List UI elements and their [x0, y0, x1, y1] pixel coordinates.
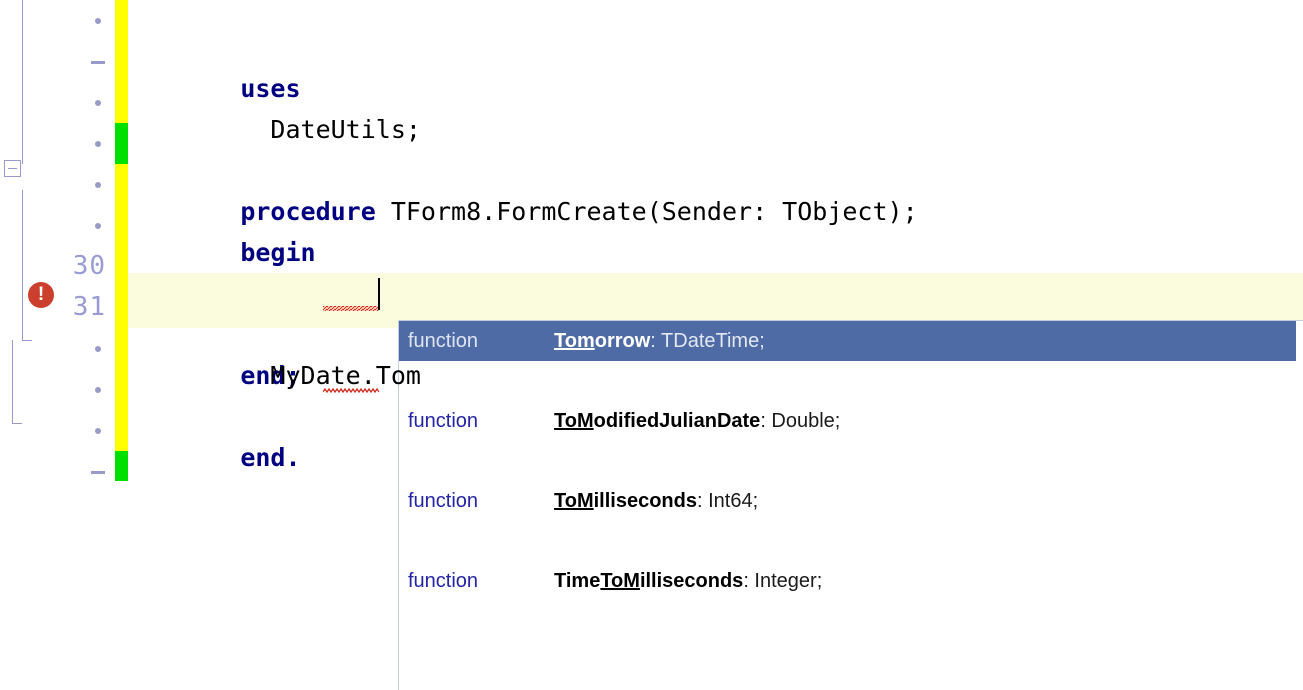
- autocomplete-item-name-pre: Time: [554, 569, 601, 592]
- autocomplete-item-name-post: odifiedJulianDate: [593, 409, 761, 432]
- autocomplete-item-signature: TimeToMilliseconds: Integer;: [554, 570, 822, 593]
- autocomplete-item-type: : Int64;: [696, 489, 759, 512]
- change-bar-saved: [115, 123, 128, 164]
- autocomplete-item[interactable]: function Tomorrow: TDateTime;: [399, 321, 1296, 361]
- gutter-dash-icon: [91, 471, 105, 474]
- code-line[interactable]: DateUtils;: [128, 68, 1303, 144]
- autocomplete-item-signature: ToMilliseconds: Int64;: [554, 490, 758, 513]
- error-marker-icon[interactable]: !: [28, 282, 54, 308]
- gutter-dot-icon: [95, 18, 101, 24]
- block-guide-begin-end: [22, 190, 23, 340]
- autocomplete-item-kind: function: [408, 569, 479, 592]
- autocomplete-item-type: : Double;: [760, 409, 841, 432]
- gutter-mark-row: [0, 410, 114, 451]
- line-number-30: 30: [72, 251, 106, 281]
- gutter-mark-row: [0, 205, 114, 246]
- code-line[interactable]: [128, 109, 1303, 150]
- gutter-dot-icon: [95, 141, 101, 147]
- autocomplete-item-name-match: Tom: [554, 329, 595, 352]
- gutter-dot-icon: [95, 346, 101, 352]
- autocomplete-item-name-post: illiseconds: [639, 569, 744, 592]
- squiggle-path: [323, 388, 379, 393]
- gutter-mark-row: [0, 369, 114, 410]
- gutter-dot-icon: [95, 387, 101, 393]
- error-squiggle-underline: [323, 306, 379, 393]
- gutter-dash-icon: [91, 61, 105, 64]
- autocomplete-item-kind: function: [408, 329, 479, 352]
- code-line[interactable]: procedure TForm8.FormCreate(Sender: TObj…: [128, 150, 1303, 226]
- gutter-dot-icon: [95, 182, 101, 188]
- block-guide-begin-end-foot: [22, 340, 32, 341]
- gutter-mark-row: [0, 82, 114, 123]
- autocomplete-item-type: : Integer;: [743, 569, 823, 592]
- autocomplete-item-signature: Tomorrow: TDateTime;: [554, 330, 765, 353]
- code-line[interactable]: begin: [128, 191, 1303, 267]
- autocomplete-item[interactable]: function ToModifiedJulianDate: Double;: [399, 401, 1303, 441]
- autocomplete-item-name-match: ToM: [554, 409, 594, 432]
- autocomplete-item-name-match: ToM: [600, 569, 640, 592]
- code-line[interactable]: var MyDate: TDateTime := TDateTime.NowUT…: [128, 232, 1303, 308]
- gutter-mark-row: [0, 0, 114, 41]
- gutter-dot-icon: [95, 223, 101, 229]
- autocomplete-item-type: : TDateTime;: [650, 329, 765, 352]
- autocomplete-item[interactable]: function TimeToMilliseconds: Integer;: [399, 561, 1303, 601]
- autocomplete-item[interactable]: function ToMilliseconds: Int64;: [399, 481, 1303, 521]
- gutter-mark-row: [0, 451, 114, 492]
- change-bar-modified: [115, 0, 128, 123]
- text-caret: [378, 278, 380, 310]
- gutter-dot-icon: [95, 428, 101, 434]
- current-line-background: [128, 273, 1303, 314]
- autocomplete-item-kind: function: [408, 489, 479, 512]
- gutter-mark-row: [0, 328, 114, 369]
- gutter-mark-row: [0, 123, 114, 164]
- block-guide-uses: [22, 0, 23, 164]
- change-bar-saved: [115, 451, 128, 481]
- change-bar-modified: [115, 164, 128, 451]
- gutter-dot-icon: [95, 100, 101, 106]
- block-guide-unit-foot: [12, 423, 22, 424]
- gutter-mark-row: [0, 41, 114, 82]
- autocomplete-item-signature: ToModifiedJulianDate: Double;: [554, 410, 840, 433]
- autocomplete-popup[interactable]: function Tomorrow: TDateTime; function T…: [398, 320, 1303, 690]
- autocomplete-item-name-post: orrow: [594, 329, 651, 352]
- fold-toggle-procedure[interactable]: [4, 160, 21, 177]
- autocomplete-item-name-match: ToM: [554, 489, 594, 512]
- autocomplete-item-name-post: illiseconds: [593, 489, 697, 512]
- code-line-current[interactable]: MyDate.Tom: [128, 273, 1303, 393]
- block-guide-unit: [12, 340, 13, 423]
- code-editor: 30 31 ! uses DateUtils; procedure TForm8…: [0, 0, 1303, 690]
- code-line[interactable]: uses: [128, 27, 1303, 103]
- editor-gutter[interactable]: 30 31 !: [0, 0, 114, 690]
- autocomplete-item-kind: function: [408, 409, 479, 432]
